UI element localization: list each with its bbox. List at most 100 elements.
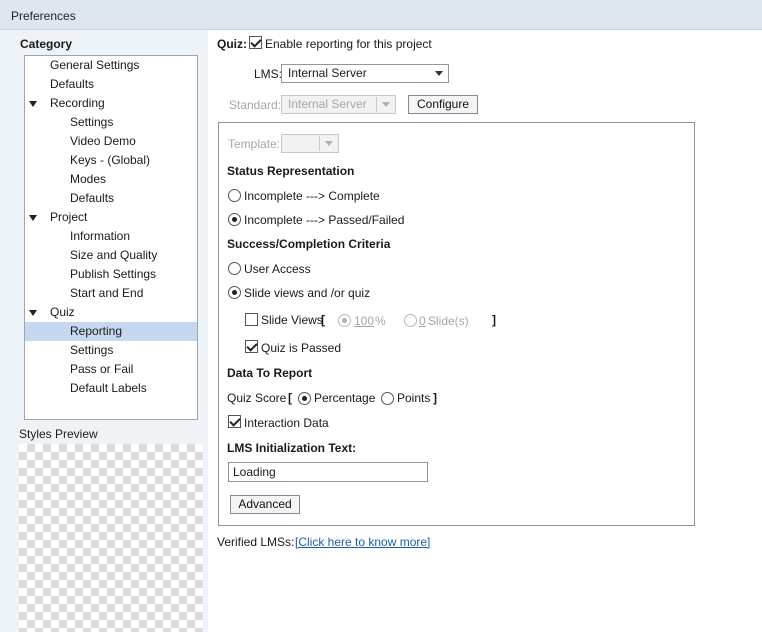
slide-views-checkbox[interactable] xyxy=(245,313,258,326)
tree-item-publish-settings[interactable]: Publish Settings xyxy=(25,265,197,284)
tree-item-label: Reporting xyxy=(70,324,123,338)
percentage-radio[interactable] xyxy=(298,392,311,405)
tree-item-video-demo[interactable]: Video Demo xyxy=(25,132,197,151)
category-tree[interactable]: General Settings Defaults Recording Sett… xyxy=(24,55,198,420)
points-radio[interactable] xyxy=(381,392,394,405)
status-complete-radio[interactable] xyxy=(228,189,241,202)
tree-item-recording[interactable]: Recording xyxy=(25,94,197,113)
expand-arrow-icon[interactable] xyxy=(29,310,37,316)
lms-select-value: Internal Server xyxy=(288,66,367,80)
slide-views-open-bracket: [ xyxy=(321,313,325,327)
select-divider xyxy=(376,97,377,112)
status-passed-failed-label: Incomplete ---> Passed/Failed xyxy=(244,213,405,227)
styles-preview-canvas xyxy=(19,444,203,632)
data-to-report-heading: Data To Report xyxy=(227,366,313,380)
slide-views-label: Slide Views xyxy=(261,313,323,327)
tree-item-quiz-settings[interactable]: Settings xyxy=(25,341,197,360)
tree-item-label: Recording xyxy=(50,96,105,110)
percentage-label: Percentage xyxy=(314,391,376,405)
configure-button[interactable]: Configure xyxy=(408,95,478,114)
tree-item-label: Default Labels xyxy=(70,381,147,395)
interaction-data-checkbox[interactable] xyxy=(228,415,241,428)
user-access-radio[interactable] xyxy=(228,262,241,275)
quiz-score-close-bracket: ] xyxy=(433,391,437,405)
slide-views-count-value[interactable]: 0 xyxy=(419,314,426,328)
tree-item-size-and-quality[interactable]: Size and Quality xyxy=(25,246,197,265)
tree-item-label: Modes xyxy=(70,172,107,186)
standard-label: Standard: xyxy=(229,98,282,112)
tree-item-recording-defaults[interactable]: Defaults xyxy=(25,189,197,208)
slide-views-percent-value[interactable]: 100 xyxy=(354,314,374,328)
tree-item-label: Quiz xyxy=(50,305,75,319)
tree-item-label: General Settings xyxy=(50,58,140,72)
quiz-score-open-bracket: [ xyxy=(288,391,292,405)
lms-label: LMS: xyxy=(254,67,283,81)
quiz-passed-checkbox[interactable] xyxy=(245,340,258,353)
tree-item-recording-settings[interactable]: Settings xyxy=(25,113,197,132)
expand-arrow-icon[interactable] xyxy=(29,101,37,107)
interaction-data-label: Interaction Data xyxy=(244,416,329,430)
user-access-label: User Access xyxy=(244,262,311,276)
quiz-passed-label: Quiz is Passed xyxy=(261,341,342,355)
tree-item-label: Settings xyxy=(70,343,114,357)
tree-item-label: Settings xyxy=(70,115,114,129)
slide-views-quiz-label: Slide views and /or quiz xyxy=(244,286,371,300)
tree-item-label: Start and End xyxy=(70,286,144,300)
standard-select[interactable]: Internal Server xyxy=(281,95,396,114)
tree-item-label: Pass or Fail xyxy=(70,362,134,376)
slide-views-close-bracket: ] xyxy=(492,313,496,327)
tree-item-modes[interactable]: Modes xyxy=(25,170,197,189)
enable-reporting-checkbox[interactable] xyxy=(249,36,262,49)
tree-item-label: Project xyxy=(50,210,88,224)
title-bar: Preferences xyxy=(0,0,762,30)
tree-item-information[interactable]: Information xyxy=(25,227,197,246)
select-divider xyxy=(319,136,320,151)
template-select[interactable] xyxy=(281,134,339,153)
lms-init-text-input[interactable]: Loading xyxy=(228,462,428,482)
slide-views-percent-unit: % xyxy=(375,314,386,328)
standard-select-value: Internal Server xyxy=(288,97,367,111)
quiz-label: Quiz: xyxy=(217,37,247,51)
slide-views-count-unit: Slide(s) xyxy=(428,314,469,328)
tree-item-defaults[interactable]: Defaults xyxy=(25,75,197,94)
chevron-down-icon xyxy=(325,141,333,146)
tree-item-label: Defaults xyxy=(70,191,115,205)
styles-preview-label: Styles Preview xyxy=(19,427,98,441)
status-complete-label: Incomplete ---> Complete xyxy=(244,189,380,203)
expand-arrow-icon[interactable] xyxy=(29,215,37,221)
verified-lms-link[interactable]: [Click here to know more] xyxy=(295,535,430,549)
tree-item-label: Keys - (Global) xyxy=(70,153,151,167)
tree-item-default-labels[interactable]: Default Labels xyxy=(25,379,197,398)
tree-item-label: Video Demo xyxy=(70,134,136,148)
slide-views-count-radio[interactable] xyxy=(404,314,417,327)
lms-select[interactable]: Internal Server xyxy=(281,64,449,83)
success-criteria-heading: Success/Completion Criteria xyxy=(227,237,391,251)
points-label: Points xyxy=(397,391,431,405)
window-title: Preferences xyxy=(11,9,76,23)
slide-views-quiz-radio[interactable] xyxy=(228,286,241,299)
tree-item-reporting[interactable]: Reporting xyxy=(25,322,197,341)
template-label: Template: xyxy=(228,137,281,151)
verified-lms-label: Verified LMSs: xyxy=(217,535,295,549)
tree-item-label: Information xyxy=(70,229,131,243)
enable-reporting-label: Enable reporting for this project xyxy=(265,37,432,51)
slide-views-percent-radio[interactable] xyxy=(338,314,351,327)
status-passed-failed-radio[interactable] xyxy=(228,213,241,226)
tree-item-project[interactable]: Project xyxy=(25,208,197,227)
tree-item-start-and-end[interactable]: Start and End xyxy=(25,284,197,303)
tree-item-quiz[interactable]: Quiz xyxy=(25,303,197,322)
lms-init-text-heading: LMS Initialization Text: xyxy=(227,441,357,455)
chevron-down-icon xyxy=(435,71,443,76)
lms-init-text-value: Loading xyxy=(233,465,276,479)
tree-item-label: Publish Settings xyxy=(70,267,157,281)
chevron-down-icon xyxy=(382,102,390,107)
tree-item-pass-or-fail[interactable]: Pass or Fail xyxy=(25,360,197,379)
tree-item-label: Defaults xyxy=(50,77,95,91)
tree-item-label: Size and Quality xyxy=(70,248,158,262)
advanced-button[interactable]: Advanced xyxy=(230,495,300,514)
category-label: Category xyxy=(20,37,73,51)
tree-item-general-settings[interactable]: General Settings xyxy=(25,56,197,75)
tree-item-keys-global[interactable]: Keys - (Global) xyxy=(25,151,197,170)
quiz-score-label: Quiz Score xyxy=(227,391,287,405)
status-representation-heading: Status Representation xyxy=(227,164,355,178)
